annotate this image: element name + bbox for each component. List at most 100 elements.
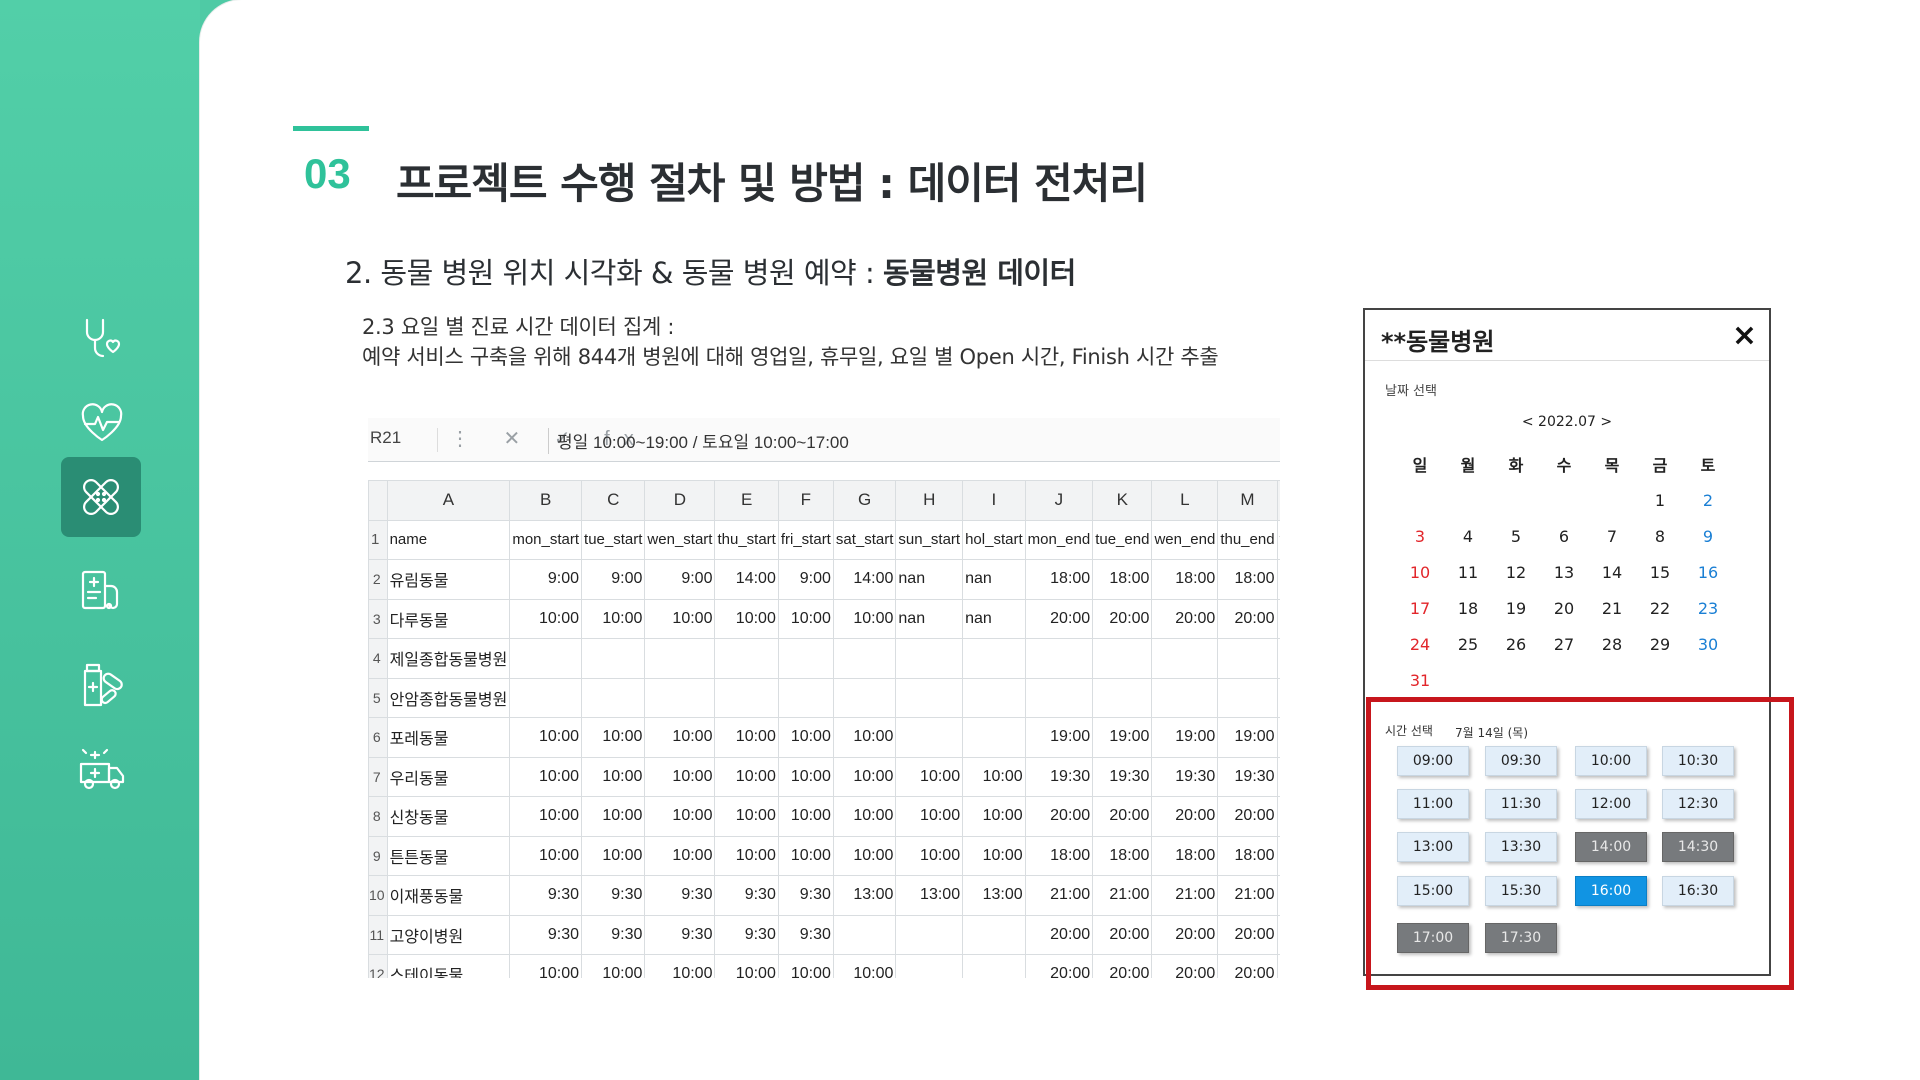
table-cell[interactable]: 20:00 <box>1217 796 1278 837</box>
table-cell[interactable]: 10:00 <box>832 598 897 639</box>
calendar-day[interactable]: 19 <box>1492 599 1540 618</box>
table-cell[interactable] <box>714 638 779 679</box>
table-cell[interactable]: 20:00 <box>1151 914 1219 955</box>
table-cell[interactable]: 9:00 <box>581 559 646 600</box>
table-cell[interactable]: 10:00 <box>777 756 834 797</box>
table-cell[interactable]: 18:00 <box>1151 835 1219 876</box>
table-cell[interactable]: 제일종합동물병원 <box>386 638 511 679</box>
table-cell[interactable]: 19:00 <box>1151 717 1219 758</box>
table-cell[interactable] <box>962 954 1026 978</box>
table-cell[interactable]: 10:00 <box>962 756 1026 797</box>
table-cell[interactable]: 13:00 <box>832 875 897 916</box>
table-cell[interactable]: 10:00 <box>581 796 646 837</box>
calendar-day[interactable]: 28 <box>1588 635 1636 654</box>
table-cell[interactable]: 18:00 <box>1276 835 1280 876</box>
table-cell[interactable] <box>714 677 779 718</box>
column-header[interactable]: C <box>581 480 646 521</box>
table-cell[interactable]: mon_end <box>1024 519 1094 560</box>
table-cell[interactable]: 20:00 <box>1092 954 1153 978</box>
table-cell[interactable]: 10:00 <box>777 954 834 978</box>
row-number[interactable]: 10 <box>368 875 388 916</box>
table-cell[interactable]: 다루동물 <box>386 598 511 639</box>
table-cell[interactable] <box>832 914 897 955</box>
table-cell[interactable]: thu_start <box>714 519 779 560</box>
table-cell[interactable] <box>1217 638 1278 679</box>
table-cell[interactable]: 9:30 <box>509 914 583 955</box>
table-cell[interactable] <box>509 638 583 679</box>
table-cell[interactable]: 10:00 <box>644 796 716 837</box>
calendar-day[interactable]: 24 <box>1396 635 1444 654</box>
table-cell[interactable]: 안암종합동물병원 <box>386 677 511 718</box>
table-cell[interactable] <box>1092 638 1153 679</box>
table-cell[interactable]: nan <box>895 559 964 600</box>
table-cell[interactable]: 21:00 <box>1092 875 1153 916</box>
calendar-day[interactable]: 22 <box>1636 599 1684 618</box>
calendar-day[interactable]: 11 <box>1444 563 1492 582</box>
table-cell[interactable]: 18:00 <box>1024 835 1094 876</box>
row-number[interactable]: 9 <box>368 835 388 876</box>
heartbeat-icon[interactable] <box>66 387 138 459</box>
table-cell[interactable]: 9:30 <box>777 875 834 916</box>
table-cell[interactable]: 10:00 <box>832 717 897 758</box>
table-cell[interactable] <box>1024 677 1094 718</box>
table-cell[interactable]: 신창동물 <box>386 796 511 837</box>
table-cell[interactable]: nan <box>962 598 1026 639</box>
table-cell[interactable] <box>895 677 964 718</box>
column-header[interactable]: K <box>1092 480 1153 521</box>
medicine-icon[interactable] <box>66 650 138 722</box>
table-cell[interactable]: 10:00 <box>895 835 964 876</box>
table-cell[interactable]: 18:00 <box>1092 559 1153 600</box>
table-cell[interactable] <box>1024 638 1094 679</box>
table-cell[interactable]: 14:00 <box>714 559 779 600</box>
table-cell[interactable]: 19:00 <box>1217 717 1278 758</box>
table-cell[interactable]: 20:00 <box>1151 954 1219 978</box>
table-cell[interactable]: name <box>386 519 511 560</box>
table-cell[interactable]: 19:30 <box>1276 756 1280 797</box>
table-cell[interactable]: 10:00 <box>714 598 779 639</box>
table-cell[interactable]: 10:00 <box>644 756 716 797</box>
table-cell[interactable] <box>777 638 834 679</box>
table-cell[interactable]: 20:00 <box>1024 954 1094 978</box>
table-cell[interactable]: 10:00 <box>832 796 897 837</box>
table-cell[interactable]: hol_start <box>962 519 1026 560</box>
table-cell[interactable]: 10:00 <box>509 796 583 837</box>
table-cell[interactable]: 20:00 <box>1024 598 1094 639</box>
table-cell[interactable] <box>1151 677 1219 718</box>
table-cell[interactable] <box>895 914 964 955</box>
row-number[interactable]: 4 <box>368 638 388 679</box>
table-cell[interactable]: 고양이병원 <box>386 914 511 955</box>
table-cell[interactable]: 10:00 <box>777 598 834 639</box>
table-cell[interactable]: 튼튼동물 <box>386 835 511 876</box>
table-cell[interactable]: 14:00 <box>832 559 897 600</box>
table-cell[interactable]: 20:00 <box>1151 598 1219 639</box>
table-cell[interactable]: 19:30 <box>1092 756 1153 797</box>
table-cell[interactable]: 9:30 <box>581 875 646 916</box>
table-cell[interactable]: 19:30 <box>1024 756 1094 797</box>
table-cell[interactable]: mon_start <box>509 519 583 560</box>
table-cell[interactable] <box>895 717 964 758</box>
row-number[interactable]: 8 <box>368 796 388 837</box>
table-cell[interactable] <box>962 717 1026 758</box>
calendar-day[interactable]: 21 <box>1588 599 1636 618</box>
table-cell[interactable]: 21:00 <box>1151 875 1219 916</box>
table-cell[interactable]: 9:30 <box>509 875 583 916</box>
table-cell[interactable] <box>1092 677 1153 718</box>
calendar-day[interactable]: 4 <box>1444 527 1492 546</box>
table-cell[interactable]: 9:30 <box>644 914 716 955</box>
table-cell[interactable]: 20:00 <box>1276 598 1280 639</box>
table-cell[interactable]: 18:00 <box>1092 835 1153 876</box>
table-cell[interactable]: sat_start <box>832 519 897 560</box>
table-cell[interactable]: 20:00 <box>1276 954 1280 978</box>
table-cell[interactable]: 18:00 <box>1024 559 1094 600</box>
ambulance-icon[interactable] <box>66 733 138 805</box>
medical-record-icon[interactable] <box>66 555 138 627</box>
table-cell[interactable]: 10:00 <box>714 954 779 978</box>
calendar-day[interactable]: 25 <box>1444 635 1492 654</box>
stethoscope-icon[interactable] <box>66 303 138 375</box>
table-cell[interactable]: sun_start <box>895 519 964 560</box>
column-header[interactable]: M <box>1217 480 1278 521</box>
table-cell[interactable] <box>962 914 1026 955</box>
table-cell[interactable]: 10:00 <box>777 835 834 876</box>
column-header[interactable]: H <box>895 480 964 521</box>
calendar-day[interactable]: 30 <box>1684 635 1732 654</box>
